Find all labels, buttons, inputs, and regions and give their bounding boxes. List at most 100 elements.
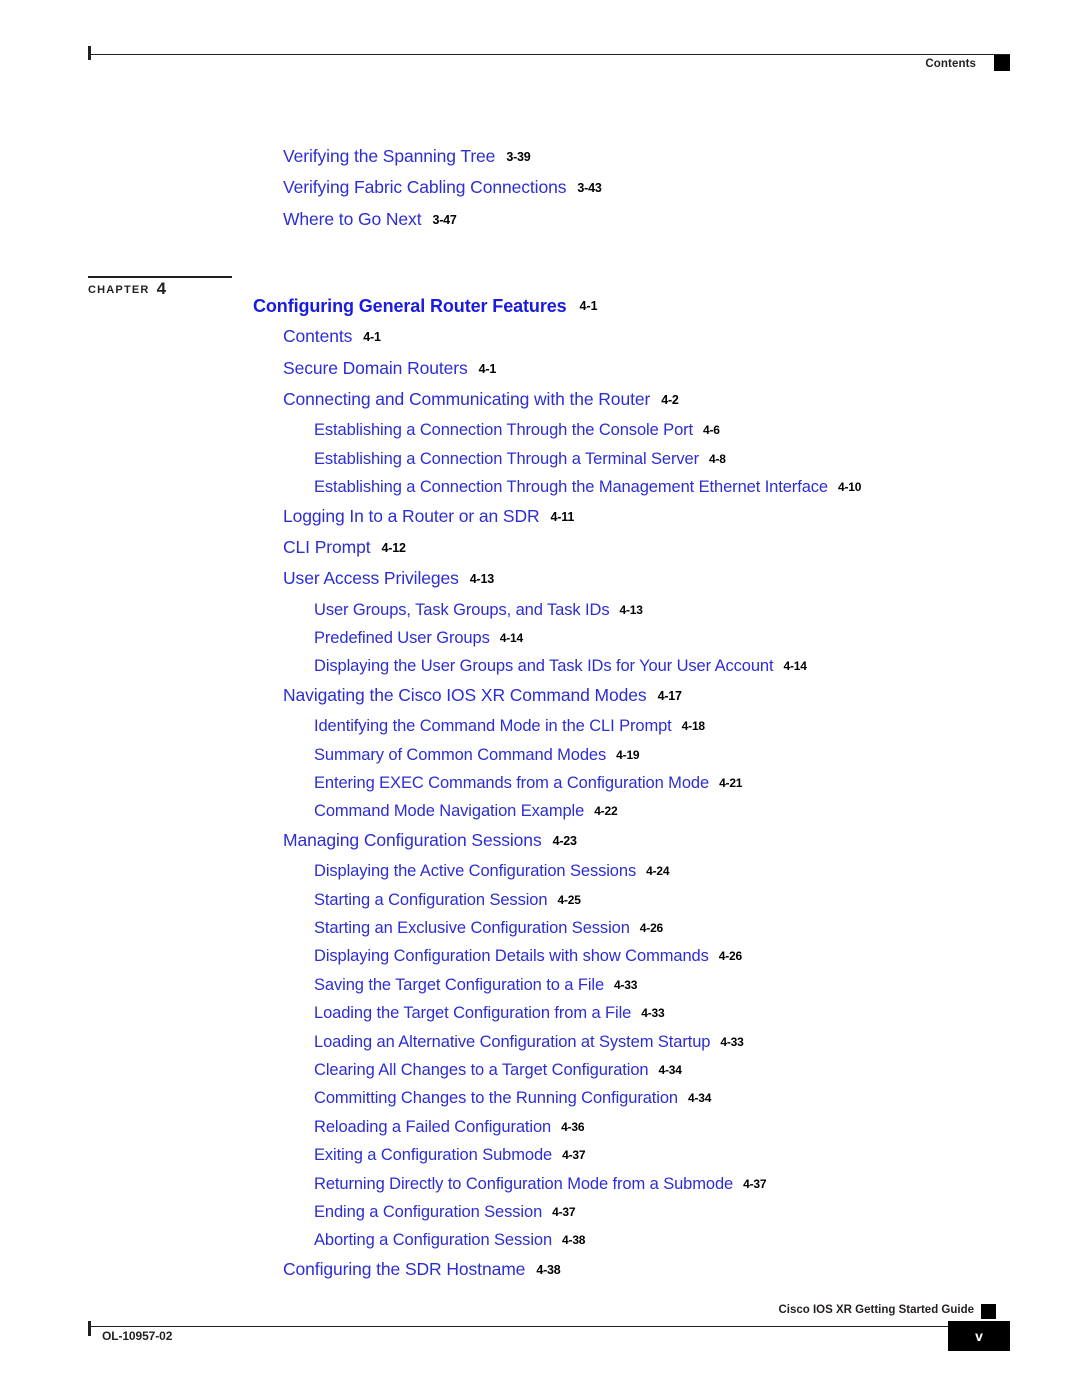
toc-entry[interactable]: Starting an Exclusive Configuration Sess… (314, 920, 1080, 948)
toc-entry-page: 4-19 (616, 747, 640, 762)
toc-entry-page: 4-23 (552, 833, 577, 848)
toc-entry-title: Configuring General Router Features (253, 296, 567, 317)
toc-entry-page: 4-6 (703, 423, 720, 438)
toc-entry-title: Clearing All Changes to a Target Configu… (314, 1060, 649, 1079)
toc-entry-page: 4-1 (363, 330, 381, 345)
toc-entry[interactable]: Displaying the User Groups and Task IDs … (314, 658, 1080, 686)
toc-entry[interactable]: Reloading a Failed Configuration 4-36 (314, 1118, 1080, 1147)
toc-entry-title: Starting a Configuration Session (314, 890, 548, 909)
chapter-label: CHAPTER (88, 283, 150, 296)
toc-entry[interactable]: Displaying the Active Configuration Sess… (314, 863, 1080, 891)
toc-entry-page: 4-8 (709, 451, 726, 466)
toc-entry-title: Logging In to a Router or an SDR (283, 505, 540, 526)
toc-entry-title: Summary of Common Command Modes (314, 745, 607, 764)
toc-entry-page: 4-11 (550, 509, 575, 524)
toc-entry[interactable]: User Groups, Task Groups, and Task IDs 4-… (314, 600, 1080, 630)
toc-entry-title: Saving the Target Configuration to a Fil… (314, 975, 605, 994)
footer-document-id: OL-10957-02 (102, 1329, 173, 1343)
toc-entry-title: User Groups, Task Groups, and Task IDs (314, 600, 610, 619)
toc-entry-page: 4-34 (658, 1062, 682, 1077)
toc-entry[interactable]: Exiting a Configuration Submode 4-37 (314, 1147, 1080, 1175)
toc-entry[interactable]: Committing Changes to the Running Config… (314, 1090, 1080, 1118)
chapter-marker: CHAPTER 4 (88, 276, 232, 298)
footer-tick-mark (88, 1321, 91, 1336)
toc-entry-chapter[interactable]: Configuring General Router Features 4-1 (253, 296, 598, 317)
toc-entry[interactable]: Where to Go Next 3-47 (283, 210, 1080, 242)
toc-entry-title: Loading an Alternative Configuration at … (314, 1032, 711, 1051)
toc-entry-title: Displaying the Active Configuration Sess… (314, 862, 637, 881)
chapter-number: 4 (156, 278, 167, 298)
chapter-rule (88, 276, 232, 278)
toc-entry[interactable]: Saving the Target Configuration to a Fil… (314, 977, 1080, 1005)
toc-entry[interactable]: Verifying the Spanning Tree 3-39 (283, 146, 1080, 179)
footer-square-marker (981, 1304, 996, 1319)
toc-entry[interactable]: Loading the Target Configuration from a … (314, 1005, 1080, 1033)
toc-entry-page: 4-14 (783, 659, 807, 674)
header-rule (88, 54, 1010, 55)
header-square-marker (994, 55, 1010, 71)
toc-entry[interactable]: Verifying Fabric Cabling Connections 3-43 (283, 179, 1080, 210)
toc-entry-page: 4-34 (688, 1091, 712, 1106)
toc-entry[interactable]: Identifying the Command Mode in the CLI … (314, 718, 1080, 746)
toc-entry-title: Navigating the Cisco IOS XR Command Mode… (283, 684, 647, 705)
toc-entry[interactable]: Displaying Configuration Details with sh… (314, 948, 1080, 976)
header-tick-mark (88, 46, 91, 60)
toc-group-previous-chapter: Verifying the Spanning Tree 3-39 Verifying… (0, 146, 1080, 242)
toc-entry[interactable]: Establishing a Connection Through a Term… (314, 449, 1080, 479)
toc-entry-title: Contents (283, 326, 353, 347)
toc-entry-title: Establishing a Connection Through the Ma… (314, 478, 828, 497)
toc-entry[interactable]: Logging In to a Router or an SDR 4-11 (283, 505, 1080, 539)
toc-entry-page: 4-2 (661, 392, 679, 407)
toc-entry-title: Identifying the Command Mode in the CLI … (314, 717, 672, 736)
toc-entry-page: 4-26 (639, 920, 664, 935)
toc-entry-title: Displaying Configuration Details with sh… (314, 947, 709, 966)
toc-entry-page: 4-33 (614, 977, 638, 992)
toc-entry-title: User Access Privileges (283, 568, 459, 589)
toc-entry-title: Secure Domain Routers (283, 357, 468, 378)
footer-rule (88, 1326, 1010, 1327)
toc-entry-page: 4-36 (561, 1119, 585, 1134)
toc-entry-title: Establishing a Connection Through a Term… (314, 449, 700, 468)
toc-entry[interactable]: Establishing a Connection Through the Ma… (314, 479, 1080, 507)
toc-entry[interactable]: Starting a Configuration Session 4-25 (314, 890, 1080, 920)
toc-entry[interactable]: Secure Domain Routers 4-1 (283, 357, 1080, 391)
toc-entry[interactable]: Navigating the Cisco IOS XR Command Mode… (283, 684, 1080, 718)
toc-entry-page: 4-25 (557, 892, 581, 907)
toc-entry[interactable]: Connecting and Communicating with the Ro… (283, 390, 1080, 422)
toc-entry[interactable]: User Access Privileges 4-13 (283, 570, 1080, 601)
toc-entry-page: 4-1 (478, 361, 497, 376)
toc-entry[interactable]: Returning Directly to Configuration Mode… (314, 1174, 1080, 1204)
toc-entry-page: 4-18 (681, 719, 705, 734)
toc-entry[interactable]: Entering EXEC Commands from a Configurat… (314, 775, 1080, 803)
toc-entry[interactable]: Clearing All Changes to a Target Configu… (314, 1062, 1080, 1090)
toc-entry[interactable]: Loading an Alternative Configuration at … (314, 1032, 1080, 1062)
toc-entry[interactable]: Aborting a Configuration Session 4-38 (314, 1232, 1080, 1260)
toc-entry-title: Exiting a Configuration Submode (314, 1146, 553, 1165)
toc-group-current-chapter: Contents 4-1 Secure Domain Routers 4-1 Conne… (0, 326, 1080, 1292)
toc-entry[interactable]: CLI Prompt 4-12 (283, 538, 1080, 570)
toc-entry-page: 4-33 (641, 1006, 665, 1021)
toc-entry-title: Returning Directly to Configuration Mode… (314, 1174, 734, 1193)
chapter-heading-block: CHAPTER 4 Configuring General Router Feat… (0, 270, 1080, 328)
toc-entry-title: Establishing a Connection Through the Co… (314, 421, 694, 440)
toc-entry[interactable]: Command Mode Navigation Example 4-22 (314, 803, 1080, 831)
toc-entry-page: 4-37 (743, 1176, 767, 1191)
page-header: Contents (88, 44, 1010, 90)
toc-entry[interactable]: Summary of Common Command Modes 4-19 (314, 745, 1080, 775)
toc-entry[interactable]: Ending a Configuration Session 4-37 (314, 1204, 1080, 1232)
toc-entry[interactable]: Configuring the SDR Hostname 4-38 (283, 1258, 1080, 1292)
page-footer: Cisco IOS XR Getting Started Guide OL-10… (88, 1304, 1010, 1374)
toc-entry[interactable]: Predefined User Groups 4-14 (314, 630, 1080, 658)
toc-entry-title: Loading the Target Configuration from a … (314, 1004, 632, 1023)
toc-entry-title: Starting an Exclusive Configuration Sess… (314, 918, 630, 937)
footer-guide-title: Cisco IOS XR Getting Started Guide (778, 1304, 974, 1316)
toc-entry-title: Verifying the Spanning Tree (283, 146, 496, 166)
toc-entry-page: 3-39 (506, 150, 531, 164)
toc-entry-page: 4-26 (718, 949, 742, 964)
toc-entry[interactable]: Managing Configuration Sessions 4-23 (283, 831, 1080, 863)
toc-entry-title: Configuring the SDR Hostname (283, 1258, 526, 1279)
toc-entry[interactable]: Contents 4-1 (283, 326, 1080, 359)
toc-entry-title: Aborting a Configuration Session (314, 1231, 553, 1250)
toc-entry-title: Ending a Configuration Session (314, 1202, 543, 1221)
toc-entry[interactable]: Establishing a Connection Through the Co… (314, 422, 1080, 450)
